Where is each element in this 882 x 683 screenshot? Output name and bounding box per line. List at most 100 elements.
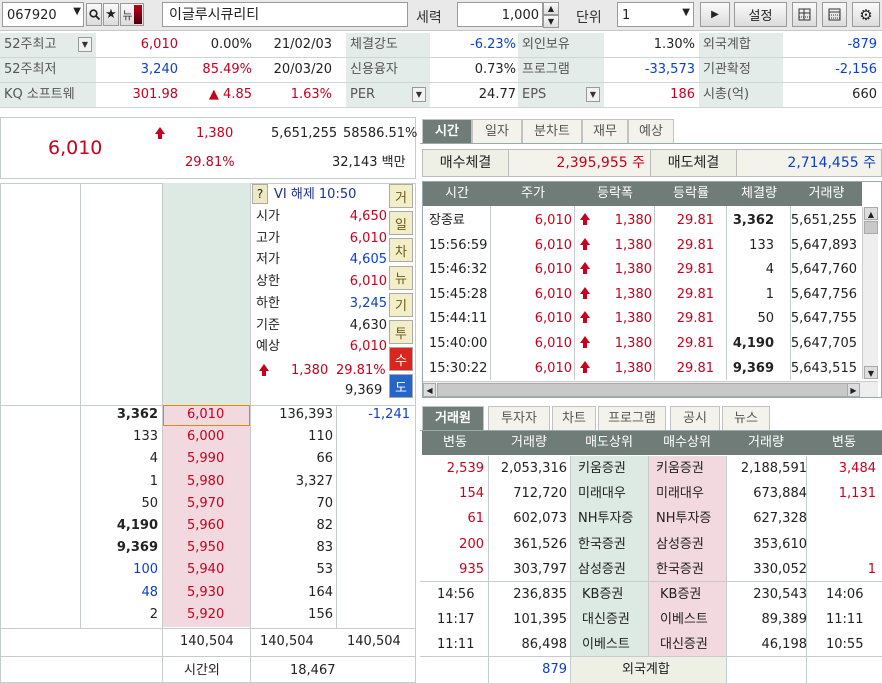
stepper-down-icon[interactable]: ▼ (543, 15, 559, 28)
vertical-scrollbar[interactable]: ▲ ▼ (862, 207, 878, 379)
current-price-highlight (163, 405, 250, 426)
buy-volume: 46,198 (761, 637, 808, 652)
bid-volume: 156 (308, 606, 333, 622)
trades-header: 거래량 (791, 182, 862, 206)
play-icon[interactable]: ▶ (700, 2, 730, 27)
side-button[interactable]: 투 (389, 320, 413, 344)
tab-2[interactable]: 분차트 (522, 119, 582, 143)
tab-1[interactable]: 일자 (472, 119, 522, 143)
tab-3[interactable]: 재무 (582, 119, 628, 143)
news-button[interactable]: 뉴 (120, 3, 144, 26)
up-arrow-icon (578, 311, 590, 324)
trade-time: 15:56:59 (429, 237, 488, 253)
bid-volume: 110 (308, 429, 333, 445)
unit-select[interactable]: 1 ▼ (617, 2, 694, 27)
stock-code-input[interactable]: 067920 ▼ (2, 2, 84, 27)
serek-label: 세력 (416, 10, 442, 26)
trade-price: 6,010 (534, 336, 572, 351)
sell-time: 14:56 (437, 587, 475, 602)
trade-volume: 3,362 (116, 407, 158, 422)
change-amount: 1,380 (196, 126, 234, 141)
sell-exec-value: 2,714,455 주 (787, 155, 876, 171)
sell-change: 200 (459, 536, 484, 552)
broker-header: 변동 (422, 431, 488, 455)
sell-change: 61 (467, 511, 484, 527)
trade-volume: 48 (141, 584, 158, 600)
stat-value: 4,630 (349, 317, 387, 333)
up-arrow-icon (578, 286, 590, 299)
sell-volume: 712,720 (513, 486, 567, 502)
trades-header: 주가 (491, 182, 575, 206)
tab-bottom-2[interactable]: 차트 (552, 406, 596, 430)
stock-name-text: 이글루시큐리티 (169, 7, 260, 23)
sell-broker: 키움증권 (578, 461, 626, 476)
tab-bottom-3[interactable]: 프로그램 (598, 406, 666, 430)
side-button[interactable]: 뉴 (389, 265, 413, 290)
chevron-down-icon[interactable]: ▼ (73, 7, 81, 17)
expect-volume: 9,369 (345, 383, 383, 398)
layout-table-icon[interactable] (822, 2, 847, 27)
tab-0[interactable]: 시간 (422, 119, 472, 143)
trade-volume: 4 (149, 451, 158, 467)
side-button[interactable]: 일 (389, 211, 413, 236)
buy-volume: 673,884 (753, 486, 807, 502)
star-icon[interactable]: ★ (103, 3, 119, 26)
stat-value: 4,605 (349, 252, 387, 268)
side-button[interactable]: 거 (389, 184, 413, 208)
bid-price: 5,990 (187, 451, 225, 467)
bid-volume: 136,393 (279, 407, 333, 422)
scroll-up-icon[interactable]: ▲ (864, 207, 878, 220)
settings-button[interactable]: 설정 (734, 2, 787, 27)
layout-grid-icon[interactable] (792, 2, 817, 27)
sell-time: 11:17 (437, 612, 475, 627)
expect-rate: 29.81% (336, 363, 386, 378)
trade-change: 1,380 (614, 237, 652, 253)
stat-label: 기준 (256, 317, 280, 333)
scroll-right-icon[interactable]: ▶ (847, 383, 860, 397)
expect-change: 1,380 (291, 363, 329, 378)
serek-input[interactable]: 1,000 (457, 2, 543, 27)
scroll-left-icon[interactable]: ◀ (423, 383, 436, 397)
tab-4[interactable]: 예상 (628, 119, 674, 143)
broker-header: 매도상위 (570, 431, 648, 455)
horizontal-scrollbar[interactable]: ◀ ▶ (423, 381, 878, 397)
side-button[interactable]: 도 (389, 374, 413, 399)
scroll-thumb[interactable] (864, 221, 878, 234)
help-button[interactable]: ? (252, 184, 268, 204)
side-button[interactable]: 차 (389, 238, 413, 263)
search-icon[interactable] (86, 3, 102, 26)
after-hours-label: 시간외 (184, 663, 220, 678)
info-row: 52주최고 ▼ 6,010 0.00% 21/02/03 체결강도 -6.23% 외인보유 1.… (0, 33, 882, 58)
unit-label: 단위 (576, 10, 602, 26)
settings-label: 설정 (748, 9, 773, 24)
gear-icon[interactable]: ⚙ (852, 2, 880, 27)
bid-price: 5,960 (187, 518, 225, 533)
tab-bottom-0[interactable]: 거래원 (422, 406, 484, 430)
h-scroll-thumb[interactable] (437, 383, 849, 397)
trade-cum-volume: 5,647,756 (790, 286, 857, 302)
buy-broker: 한국증권 (656, 561, 704, 577)
stock-name-field[interactable]: 이글루시큐리티 (162, 2, 408, 27)
sell-broker: 이베스트 (582, 637, 630, 652)
side-button[interactable]: 기 (389, 292, 413, 317)
tab-bottom-1[interactable]: 투자자 (488, 406, 550, 430)
up-arrow-icon (578, 262, 590, 275)
bid-price: 5,940 (187, 562, 225, 578)
trade-volume: 133 (749, 237, 774, 253)
column-divider (726, 456, 727, 683)
buy-change: 3,484 (838, 461, 876, 476)
scroll-down-icon[interactable]: ▼ (864, 366, 878, 379)
bid-volume: 53 (316, 562, 333, 578)
stat-label: 상한 (256, 274, 280, 290)
chevron-down-icon[interactable]: ▼ (682, 8, 690, 18)
trade-amount: 32,143 백만 (332, 155, 406, 170)
tab-bottom-4[interactable]: 공시 (670, 406, 720, 430)
trade-time: 15:46:32 (429, 262, 488, 278)
trade-rate: 29.81 (676, 311, 714, 327)
stepper-up-icon[interactable]: ▲ (543, 2, 559, 15)
news-label: 뉴 (122, 8, 133, 22)
tab-bottom-5[interactable]: 뉴스 (722, 406, 770, 430)
side-button[interactable]: 수 (389, 347, 413, 372)
trade-volume: 50 (757, 311, 774, 327)
up-arrow-icon (578, 213, 590, 225)
